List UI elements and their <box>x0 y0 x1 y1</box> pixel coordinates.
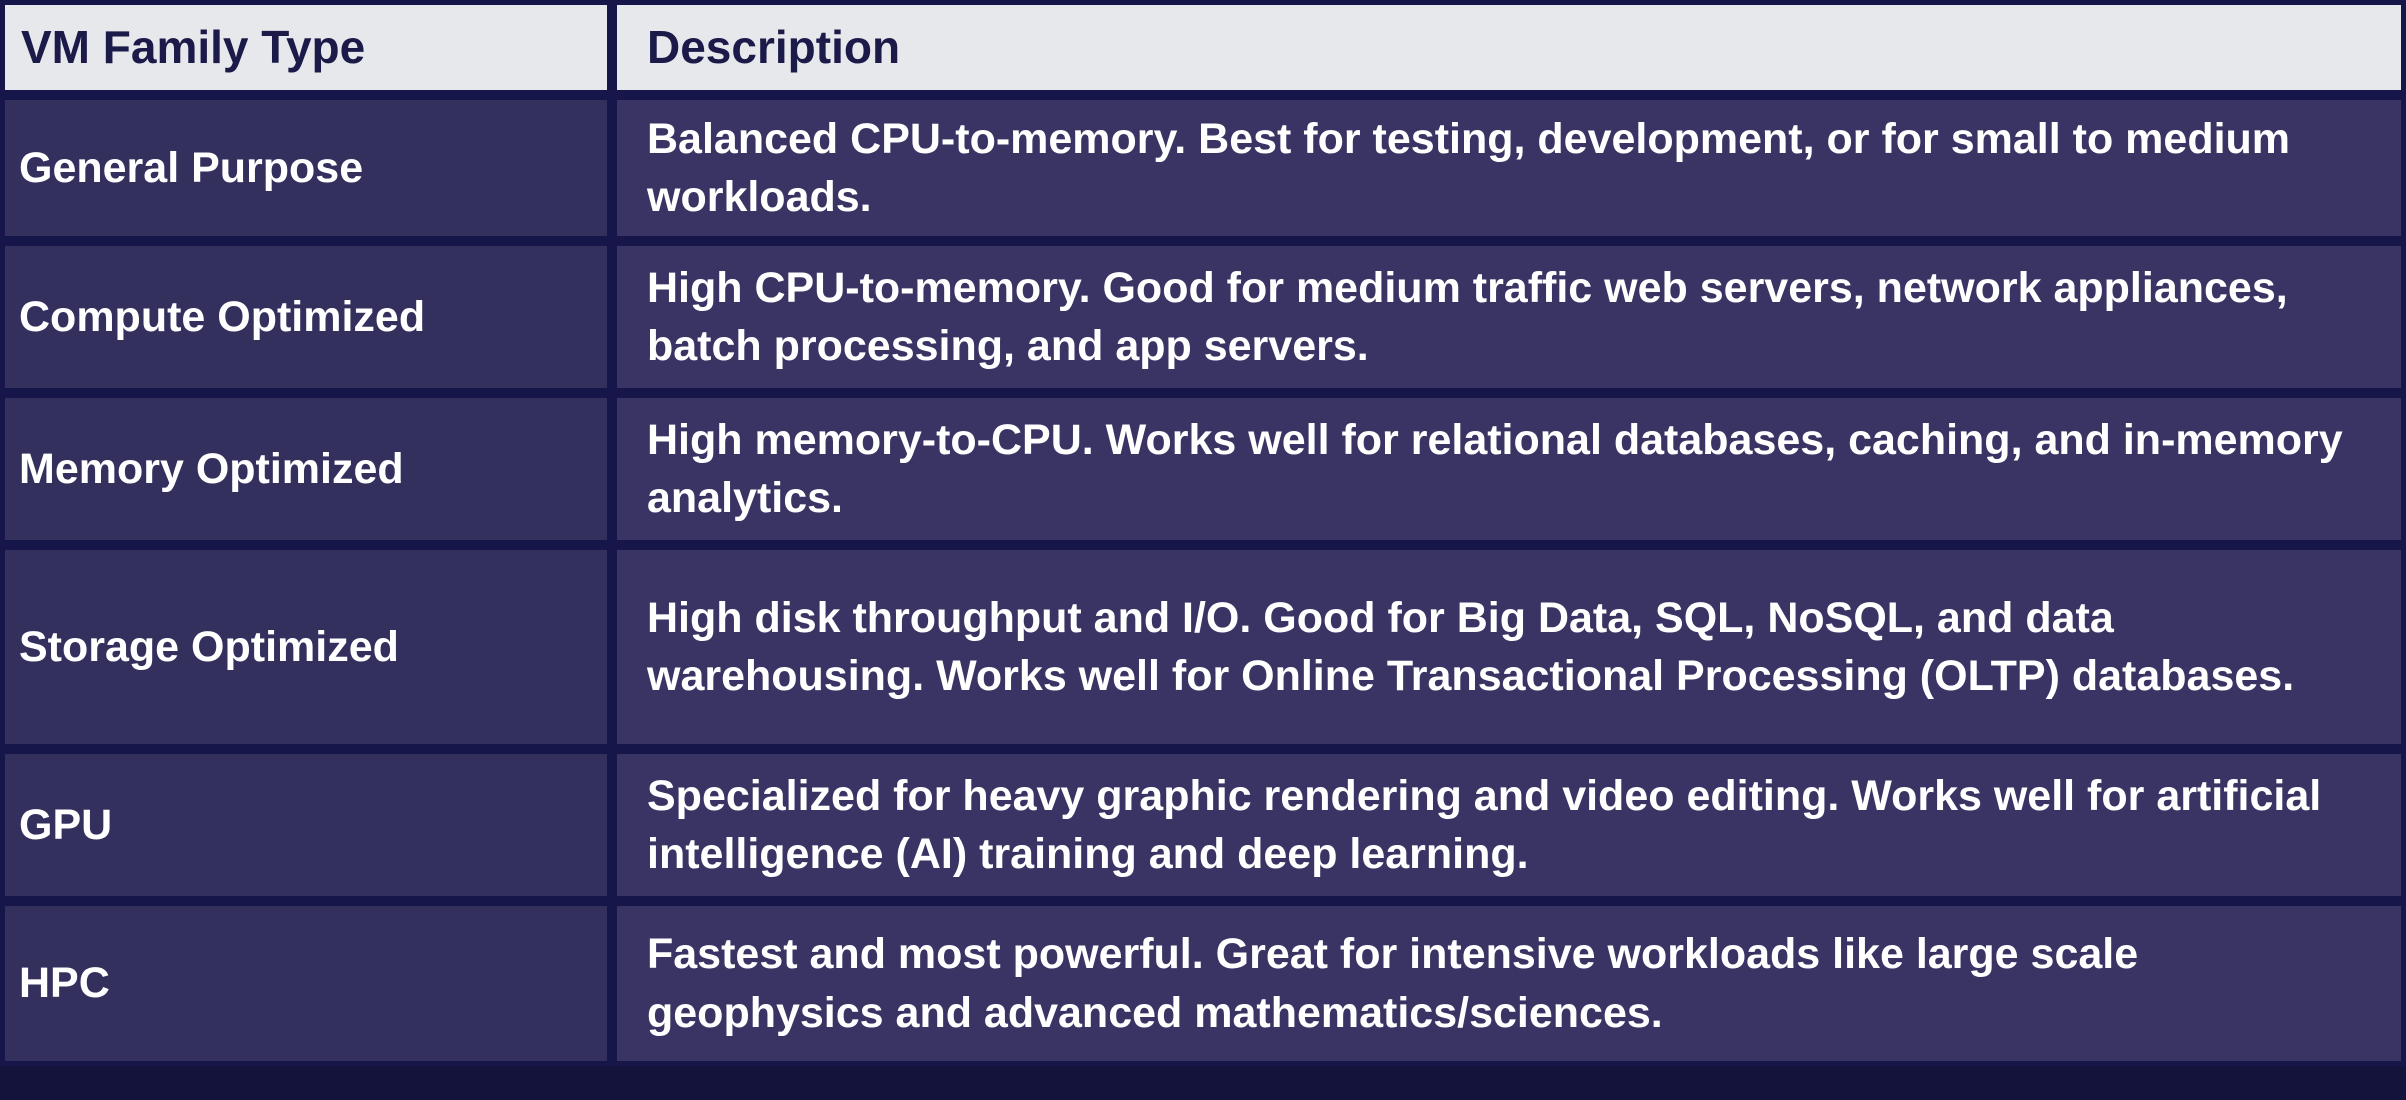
row-type-storage-optimized: Storage Optimized <box>0 545 612 749</box>
column-header-description: Description <box>612 0 2406 95</box>
row-description-hpc: Fastest and most powerful. Great for int… <box>612 901 2406 1066</box>
row-description-general-purpose: Balanced CPU-to-memory. Best for testing… <box>612 95 2406 241</box>
vm-family-table: VM Family Type Description General Purpo… <box>0 0 2406 1100</box>
row-description-memory-optimized: High memory-to-CPU. Works well for relat… <box>612 393 2406 545</box>
row-type-memory-optimized: Memory Optimized <box>0 393 612 545</box>
row-description-gpu: Specialized for heavy graphic rendering … <box>612 749 2406 901</box>
row-description-storage-optimized: High disk throughput and I/O. Good for B… <box>612 545 2406 749</box>
row-type-hpc: HPC <box>0 901 612 1066</box>
row-type-gpu: GPU <box>0 749 612 901</box>
row-type-general-purpose: General Purpose <box>0 95 612 241</box>
row-type-compute-optimized: Compute Optimized <box>0 241 612 393</box>
column-header-vm-family-type: VM Family Type <box>0 0 612 95</box>
row-description-compute-optimized: High CPU-to-memory. Good for medium traf… <box>612 241 2406 393</box>
